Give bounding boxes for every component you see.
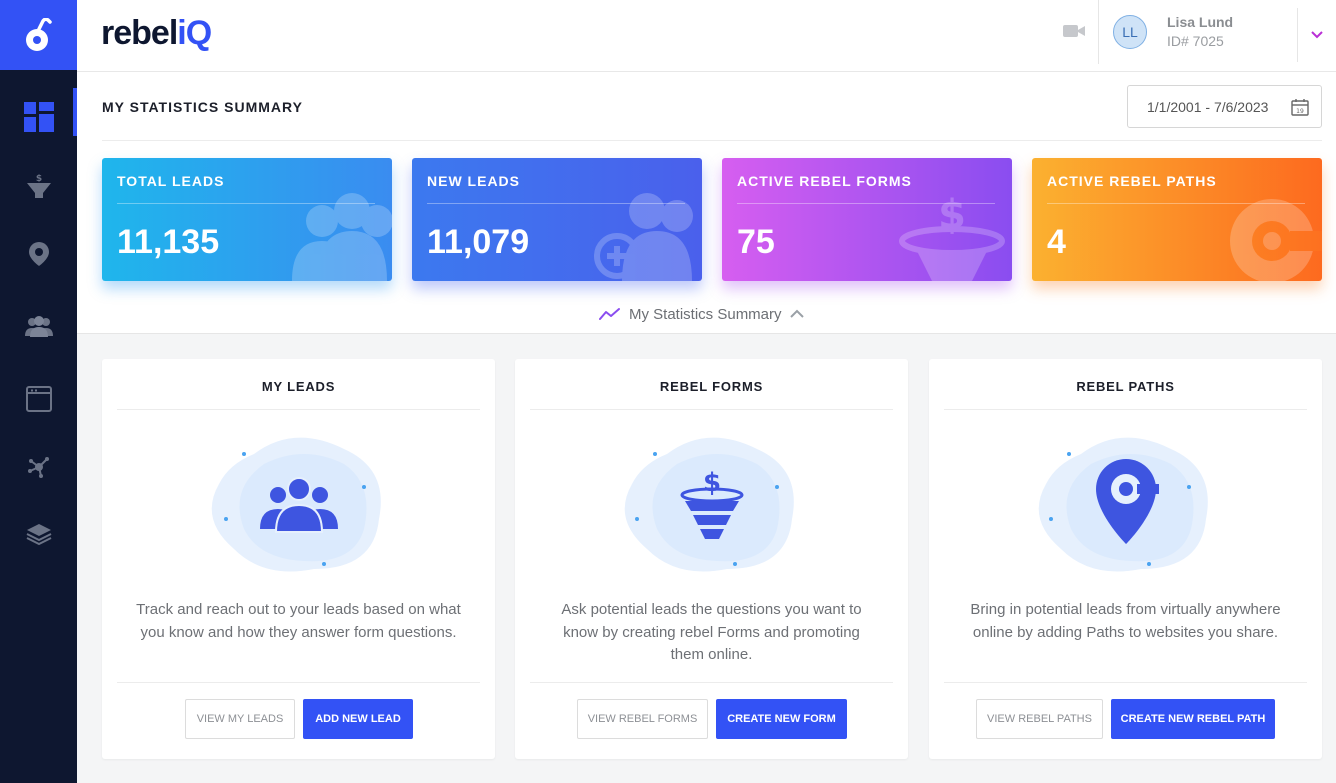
stat-value: 75 xyxy=(737,223,775,261)
divider xyxy=(944,682,1307,683)
view-rebel-forms-button[interactable]: VIEW REBEL FORMS xyxy=(577,699,708,739)
statistics-summary: MY STATISTICS SUMMARY 1/1/2001 - 7/6/202… xyxy=(77,72,1336,334)
stat-value: 4 xyxy=(1047,223,1066,261)
calendar-day: 19 xyxy=(1296,108,1304,115)
layers-stack-icon xyxy=(26,524,51,546)
stat-label: TOTAL LEADS xyxy=(117,173,225,189)
user-menu[interactable]: LL Lisa Lund ID# 7025 xyxy=(1098,0,1298,64)
network-nodes-icon xyxy=(27,457,49,478)
divider xyxy=(117,409,480,410)
brand-logo[interactable]: rebeliQ xyxy=(101,14,212,53)
sidebar-item-integrations[interactable] xyxy=(0,442,77,492)
app-logo[interactable] xyxy=(0,0,77,70)
svg-text:$: $ xyxy=(35,174,41,184)
stat-card-new-leads[interactable]: NEW LEADS 11,079 xyxy=(412,158,702,281)
divider xyxy=(530,682,893,683)
sidebar-item-resources[interactable] xyxy=(0,510,77,560)
path-pin-icon xyxy=(1038,437,1208,572)
stat-label: ACTIVE REBEL PATHS xyxy=(1047,173,1217,189)
card-rebel-paths: REBEL PATHS Bring in potential leads fro… xyxy=(929,359,1322,759)
calendar-icon: 19 xyxy=(1291,99,1309,116)
summary-collapse-toggle[interactable]: My Statistics Summary xyxy=(599,302,804,326)
stat-card-active-paths[interactable]: ACTIVE REBEL PATHS 4 xyxy=(1032,158,1322,281)
avatar: LL xyxy=(1113,15,1147,49)
brand-word: rebel xyxy=(101,14,178,52)
trend-line-icon xyxy=(599,308,620,320)
summary-toggle-label: My Statistics Summary xyxy=(629,305,782,323)
chevron-down-icon xyxy=(1310,31,1323,39)
lock-logo-icon xyxy=(25,18,52,51)
card-description: Bring in potential leads from virtually … xyxy=(970,601,1281,641)
video-camera-icon[interactable] xyxy=(1062,22,1086,40)
stat-label: ACTIVE REBEL FORMS xyxy=(737,173,912,189)
sidebar-item-leads[interactable] xyxy=(0,302,77,352)
date-range-value: 1/1/2001 - 7/6/2023 xyxy=(1147,99,1269,115)
add-user-icon xyxy=(594,193,693,281)
stat-label: NEW LEADS xyxy=(427,173,520,189)
card-title: REBEL FORMS xyxy=(659,379,764,394)
funnel-dollar-icon: $ xyxy=(899,192,1005,281)
stat-card-active-forms[interactable]: ACTIVE REBEL FORMS 75 $ xyxy=(722,158,1012,281)
divider xyxy=(117,682,480,683)
location-pin-icon xyxy=(28,242,49,266)
card-rebel-forms: REBEL FORMS $ Ask potential leads the qu… xyxy=(515,359,908,759)
create-new-rebel-path-button[interactable]: CREATE NEW REBEL PATH xyxy=(1111,699,1275,739)
sidebar-item-dashboard[interactable] xyxy=(0,88,77,142)
funnel-dollar-icon: $ xyxy=(624,437,794,572)
card-description: Ask potential leads the questions you wa… xyxy=(561,601,862,663)
funnel-dollar-icon: $ xyxy=(26,174,51,198)
sidebar-item-forms[interactable]: $ xyxy=(0,161,77,211)
divider xyxy=(530,409,893,410)
user-dropdown-toggle[interactable] xyxy=(1297,8,1335,62)
card-title: REBEL PATHS xyxy=(1076,379,1175,394)
card-title: MY LEADS xyxy=(261,379,336,394)
add-new-lead-button[interactable]: ADD NEW LEAD xyxy=(303,699,413,739)
card-my-leads: MY LEADS Track and reach out to your lea… xyxy=(102,359,495,759)
svg-text:$: $ xyxy=(703,468,721,498)
sidebar-item-pages[interactable] xyxy=(0,374,77,424)
users-group-icon xyxy=(292,193,392,281)
create-new-form-button[interactable]: CREATE NEW FORM xyxy=(716,699,847,739)
dashboard-icon xyxy=(23,102,54,132)
sidebar-item-paths[interactable] xyxy=(0,229,77,279)
date-range-picker[interactable]: 1/1/2001 - 7/6/2023 19 xyxy=(1127,85,1322,128)
view-my-leads-button[interactable]: VIEW MY LEADS xyxy=(185,699,295,739)
path-pin-icon xyxy=(1230,199,1322,281)
users-group-icon xyxy=(24,316,53,337)
page-title: MY STATISTICS SUMMARY xyxy=(102,99,303,115)
divider xyxy=(944,409,1307,410)
stat-value: 11,079 xyxy=(427,223,530,261)
brand-accent: iQ xyxy=(177,14,212,52)
app-root: $ rebeliQ LL Lisa Lund ID# 7025 MY STATI… xyxy=(0,0,1336,783)
user-id: ID# 7025 xyxy=(1167,33,1224,49)
sidebar: $ xyxy=(0,0,77,783)
stat-card-total-leads[interactable]: TOTAL LEADS 11,135 xyxy=(102,158,392,281)
leads-group-icon xyxy=(211,437,381,572)
top-header: rebeliQ LL Lisa Lund ID# 7025 xyxy=(77,0,1336,72)
card-description: Track and reach out to your leads based … xyxy=(136,601,461,641)
divider xyxy=(102,140,1322,141)
user-name: Lisa Lund xyxy=(1167,14,1234,30)
stat-value: 11,135 xyxy=(117,223,220,261)
browser-window-icon xyxy=(25,386,52,412)
chevron-up-icon xyxy=(789,309,804,318)
view-rebel-paths-button[interactable]: VIEW REBEL PATHS xyxy=(976,699,1103,739)
